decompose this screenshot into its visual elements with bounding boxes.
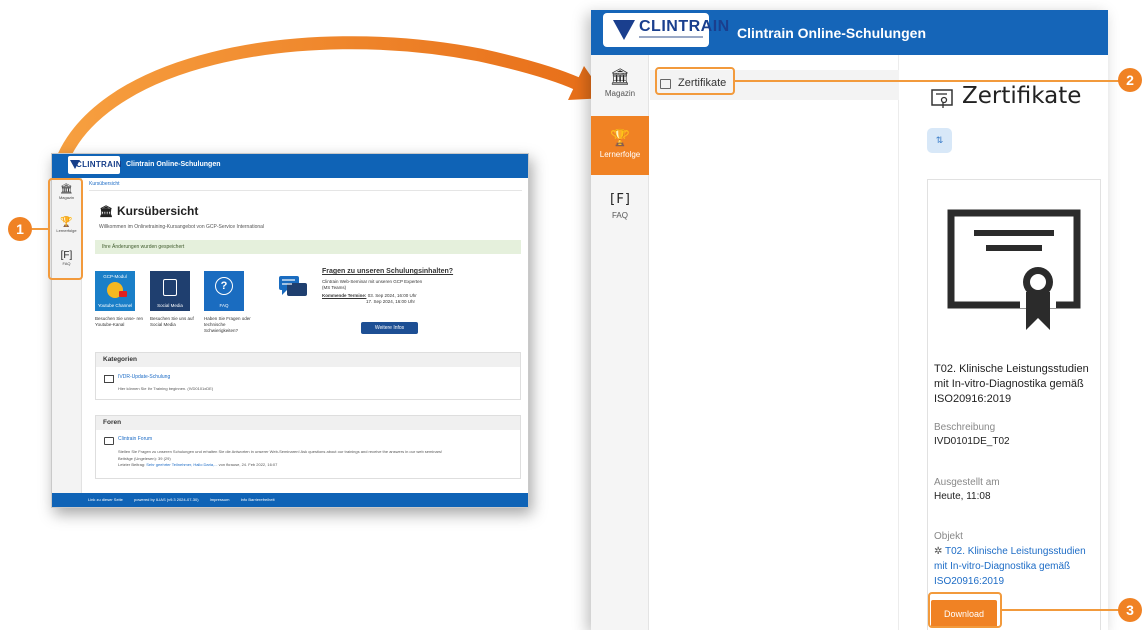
forums-heading: Foren <box>96 416 520 430</box>
object-label: Objekt <box>934 531 963 542</box>
forum-link[interactable]: Clintrain Forum <box>118 436 152 442</box>
footer-link[interactable]: powered by ILIAS (v9.3 2024-07-30) <box>134 497 198 502</box>
certificate-title: T02. Klinische Leistungsstudien mit In-v… <box>934 363 1089 405</box>
highlight-box-3 <box>928 592 1002 628</box>
footer-link[interactable]: Impressum <box>210 497 230 502</box>
small-footer: Link zu dieser Seite powered by ILIAS (v… <box>52 493 528 507</box>
faq-promo-heading[interactable]: Fragen zu unseren Schulungsinhalten? <box>322 268 453 275</box>
small-content: 🏛 Kursübersicht Willkommen im Onlinetrain… <box>89 190 522 490</box>
rail-faq[interactable]: [F] FAQ <box>591 177 649 236</box>
tile-caption: Haben Sie Fragen oder technische Schwier… <box>204 316 251 333</box>
dates-label: Kommende Termine: <box>322 293 367 298</box>
footer-link[interactable]: Info Barrierefreiheit <box>241 497 275 502</box>
sort-icon: ⇅ <box>935 135 944 145</box>
certificate-large-icon <box>947 209 1081 330</box>
rail-label: Magazin <box>604 89 636 98</box>
more-info-button[interactable]: Weitere Infos <box>361 322 418 334</box>
categories-section: Kategorien IVDR-Update-Schulung Hier kön… <box>95 352 521 400</box>
category-desc: Hier können Sie Ihr Training beginnen. (… <box>118 386 214 391</box>
faq-promo-line: (MS Teams) <box>322 285 347 290</box>
issued-value: Heute, 11:08 <box>934 491 991 502</box>
small-app-title: Clintrain Online-Schulungen <box>126 161 221 168</box>
trophy-icon: 🏆 <box>610 130 630 147</box>
tile-top-label: GCP-Modul <box>103 274 127 279</box>
sort-button[interactable]: ⇅ <box>927 128 952 153</box>
big-app-title: Clintrain Online-Schulungen <box>737 25 926 41</box>
highlight-box-2 <box>655 67 735 95</box>
last-post-suffix: von fkrause, 24. Feb 2022, 16:07 <box>218 462 278 467</box>
rail-label: Lernerfolge <box>599 150 641 159</box>
categories-heading: Kategorien <box>96 353 520 367</box>
tile-label: Social Media <box>157 303 183 308</box>
issued-label: Ausgestellt am <box>934 477 1000 488</box>
big-main-bar: 🏛 Magazin 🏆 Lernerfolge [F] FAQ <box>591 55 649 630</box>
question-icon: ? <box>215 277 233 295</box>
callout-line-1 <box>32 228 49 230</box>
small-logo: CLINTRAIN <box>68 156 122 174</box>
last-post-prefix: Letzter Beitrag: <box>118 462 146 467</box>
forum-icon <box>104 437 114 445</box>
object-link[interactable]: ✲ T02. Klinische Leistungsstudien mit In… <box>934 544 1094 589</box>
small-header: CLINTRAIN Clintrain Online-Schulungen <box>52 154 528 178</box>
puzzle-icon: ✲ <box>934 546 943 557</box>
tile-social-media[interactable]: Social Media <box>150 271 190 311</box>
big-logo: CLINTRAIN <box>603 13 729 47</box>
forum-last-post: Letzter Beitrag: Sehr geehrter Teilnehme… <box>118 462 277 468</box>
phone-icon <box>163 279 177 296</box>
forums-section: Foren Clintrain Forum Stellen Sie Fragen… <box>95 415 521 479</box>
date-2: 17. Sep 2024, 16:00 Uhr <box>366 299 416 304</box>
logo-triangle-icon <box>613 20 635 40</box>
success-notice: Ihre Änderungen wurden gespeichert <box>95 240 521 254</box>
certificates-screenshot: CLINTRAIN Clintrain Online-Schulungen 🏛 … <box>591 10 1108 630</box>
folder-icon <box>104 375 114 383</box>
description-label: Beschreibung <box>934 422 996 433</box>
big-header: CLINTRAIN Clintrain Online-Schulungen <box>591 10 1108 55</box>
course-overview-screenshot: CLINTRAIN Clintrain Online-Schulungen 🏛 … <box>51 153 529 508</box>
slate-panel: Zertifikate <box>650 55 899 630</box>
rail-lernerfolge[interactable]: 🏆 Lernerfolge <box>591 116 649 175</box>
marker-1: 1 <box>8 217 32 241</box>
big-logo-text: CLINTRAIN <box>639 18 730 35</box>
chat-icon <box>279 276 307 296</box>
certificate-icon <box>931 89 953 108</box>
page-title: Zertifikate <box>962 83 1082 109</box>
building-icon: 🏛 <box>609 69 631 86</box>
building-icon: 🏛 <box>99 206 113 218</box>
rail-label: FAQ <box>611 211 628 220</box>
highlight-box-1 <box>48 178 83 280</box>
small-subtitle: Willkommen im Onlinetraining-Kursangebot… <box>99 224 265 230</box>
last-post-link[interactable]: Sehr geehrter Teilnehmer, Hallo Daria,..… <box>146 462 217 467</box>
rail-magazin[interactable]: 🏛 Magazin <box>591 55 649 114</box>
tile-caption: Besuchen Sie uns auf Social Media <box>150 316 194 327</box>
object-link-text: T02. Klinische Leistungsstudien mit In-v… <box>934 546 1086 587</box>
marker-3: 3 <box>1118 598 1142 622</box>
forum-desc: Stellen Sie Fragen zu unseren Schulungen… <box>118 449 443 454</box>
footer-link[interactable]: Link zu dieser Seite <box>88 497 123 502</box>
date-1: 03. Sep 2024, 16:00 Uhr <box>367 293 417 298</box>
main-content: Zertifikate ⇅ T02. Klinische Leistungsst… <box>900 55 1108 630</box>
category-link[interactable]: IVDR-Update-Schulung <box>118 374 170 380</box>
logo-underline <box>639 36 703 38</box>
small-breadcrumb[interactable]: Kursübersicht <box>89 181 120 187</box>
small-page-title-text: Kursübersicht <box>116 204 199 218</box>
tile-caption: Besuchen Sie unse- ren Youtube-Kanal <box>95 316 144 327</box>
description-value: IVD0101DE_T02 <box>934 436 1010 447</box>
callout-line-3 <box>1002 609 1120 611</box>
tile-label: FAQ <box>219 303 229 308</box>
faq-icon: [F] <box>608 192 632 207</box>
marker-2: 2 <box>1118 68 1142 92</box>
youtube-play-icon <box>119 291 127 297</box>
tile-label: Youtube Channel <box>97 303 133 308</box>
certificate-card: T02. Klinische Leistungsstudien mit In-v… <box>927 179 1101 630</box>
small-page-title: 🏛 Kursübersicht <box>99 204 198 218</box>
callout-line-2 <box>735 80 1120 82</box>
tile-faq[interactable]: ? FAQ <box>204 271 244 311</box>
tile-youtube[interactable]: GCP-Modul Youtube Channel <box>95 271 135 311</box>
faq-promo-body: Clintrain Web-Seminar mit unseren GCP Ex… <box>322 279 422 305</box>
